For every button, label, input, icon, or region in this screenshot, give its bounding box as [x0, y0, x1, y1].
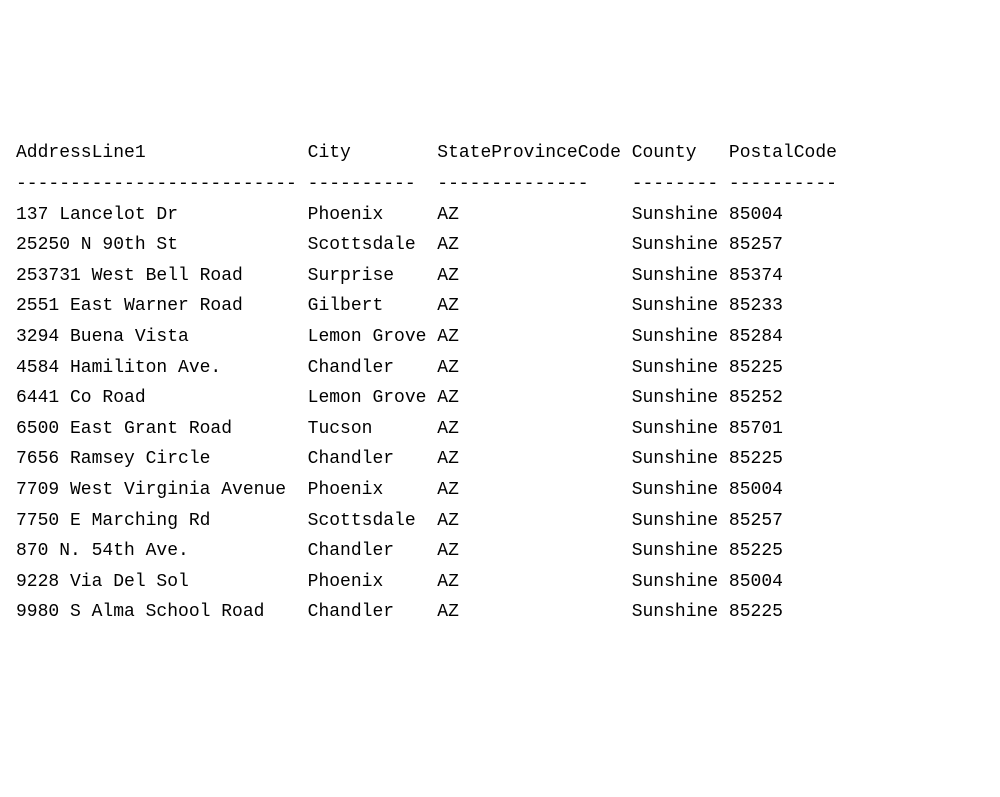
- table-row: 9228 Via Del Sol Phoenix AZ Sunshine 850…: [16, 567, 984, 598]
- table-row: 7656 Ramsey Circle Chandler AZ Sunshine …: [16, 444, 984, 475]
- table-row: 253731 West Bell Road Surprise AZ Sunshi…: [16, 261, 984, 292]
- table-body: 137 Lancelot Dr Phoenix AZ Sunshine 8500…: [16, 200, 984, 628]
- column-dash-row: -------------------------- ---------- --…: [16, 169, 984, 200]
- table-row: 7709 West Virginia Avenue Phoenix AZ Sun…: [16, 475, 984, 506]
- table-row: 9980 S Alma School Road Chandler AZ Suns…: [16, 597, 984, 628]
- table-row: 6500 East Grant Road Tucson AZ Sunshine …: [16, 414, 984, 445]
- table-row: 6441 Co Road Lemon Grove AZ Sunshine 852…: [16, 383, 984, 414]
- table-row: 137 Lancelot Dr Phoenix AZ Sunshine 8500…: [16, 200, 984, 231]
- table-row: 7750 E Marching Rd Scottsdale AZ Sunshin…: [16, 506, 984, 537]
- table-row: 25250 N 90th St Scottsdale AZ Sunshine 8…: [16, 230, 984, 261]
- column-header-row: AddressLine1 City StateProvinceCode Coun…: [16, 138, 984, 169]
- table-row: 870 N. 54th Ave. Chandler AZ Sunshine 85…: [16, 536, 984, 567]
- table-row: 4584 Hamiliton Ave. Chandler AZ Sunshine…: [16, 353, 984, 384]
- table-row: 2551 East Warner Road Gilbert AZ Sunshin…: [16, 291, 984, 322]
- table-row: 3294 Buena Vista Lemon Grove AZ Sunshine…: [16, 322, 984, 353]
